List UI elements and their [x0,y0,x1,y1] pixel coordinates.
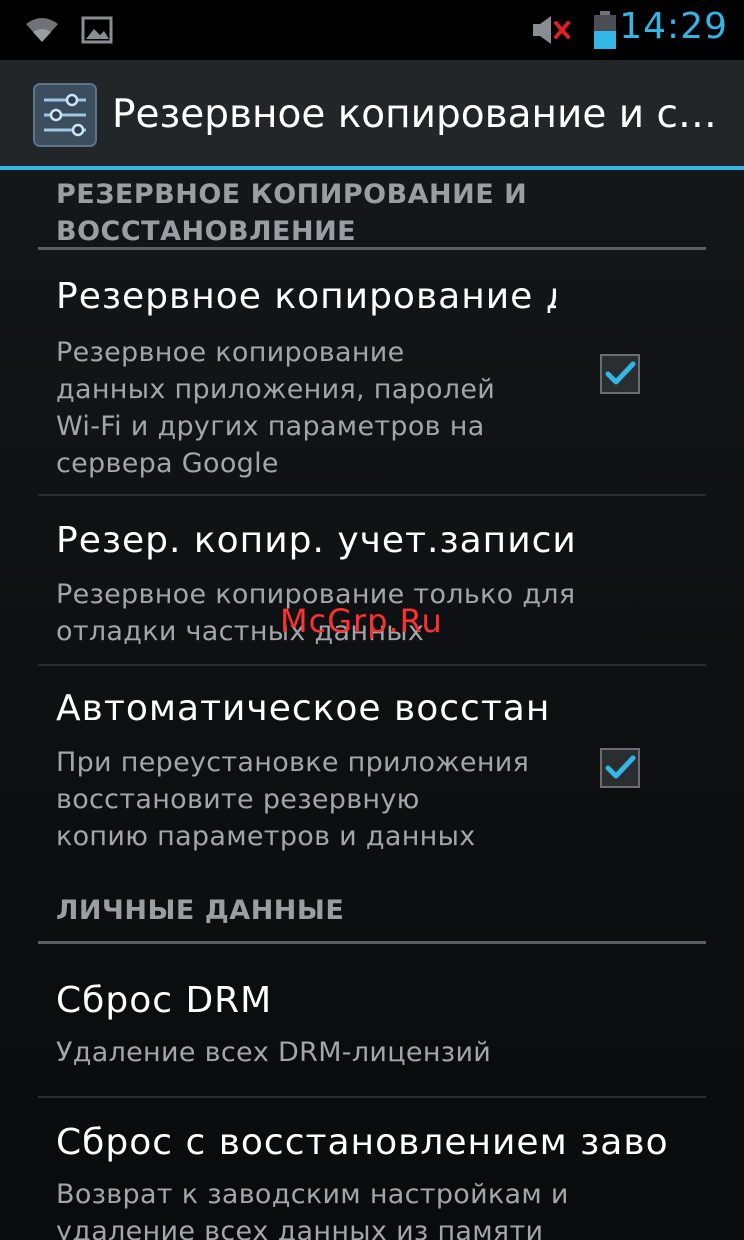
section-header-line: ЛИЧНЫЕ ДАННЫЕ [56,895,345,926]
page-title: Резервное копирование и сб… [112,92,724,137]
pref-summary-line: сервера Google [56,448,279,479]
pref-title: Сброс с восстановлением заво [56,1122,666,1163]
section-header-personal: ЛИЧНЫЕ ДАННЫЕ [56,892,676,929]
list-divider [38,494,706,496]
section-header-backup: РЕЗЕРВНОЕ КОПИРОВАНИЕ И ВОССТАНОВЛЕНИЕ [56,176,676,250]
settings-screen: 14:29 Резервное копирование и сб… РЕЗЕРВ… [0,0,744,1240]
pref-summary: При переустановке приложения восстановит… [56,744,576,855]
section-header-line: РЕЗЕРВНОЕ КОПИРОВАНИЕ И [56,179,528,210]
pref-summary-line: данных приложения, паролей [56,374,496,405]
pref-title: Резервное копирование д [56,276,556,317]
action-bar-accent-line [0,166,744,170]
settings-sliders-icon[interactable] [32,82,98,148]
wifi-icon [22,0,62,60]
pref-summary-line: восстановите резервную [56,784,420,815]
auto-restore-checkbox[interactable] [600,748,640,788]
section-divider [38,247,706,250]
list-divider [38,1096,706,1098]
pref-summary-line: Wi-Fi и других параметров на [56,411,485,442]
watermark-text: McGrp.Ru [280,602,443,640]
speaker-muted-icon [530,0,574,60]
pref-title: Резер. копир. учет.записи [56,520,577,561]
pref-summary-line: При переустановке приложения [56,747,530,778]
pref-summary-line: Удаление всех DRM-лицензий [56,1037,492,1068]
section-divider [38,941,706,944]
battery-icon [588,0,622,60]
section-header-line: ВОССТАНОВЛЕНИЕ [56,216,357,247]
status-time: 14:29 [619,6,728,47]
list-divider [38,664,706,666]
pref-summary: Возврат к заводским настройкам и удалени… [56,1176,696,1240]
pref-summary: Резервное копирование данных приложения,… [56,334,576,482]
picture-icon [80,0,114,60]
pref-title: Автоматическое восстан [56,688,551,729]
status-bar: 14:29 [0,0,744,60]
pref-summary: Удаление всех DRM-лицензий [56,1034,696,1071]
pref-summary-line: Резервное копирование [56,337,405,368]
pref-summary-line: удаление всех данных из памяти [56,1216,544,1240]
pref-summary-line: Возврат к заводским настройкам и [56,1179,569,1210]
backup-data-checkbox[interactable] [600,354,640,394]
pref-title: Сброс DRM [56,980,273,1021]
pref-summary-line: копию параметров и данных [56,821,476,852]
